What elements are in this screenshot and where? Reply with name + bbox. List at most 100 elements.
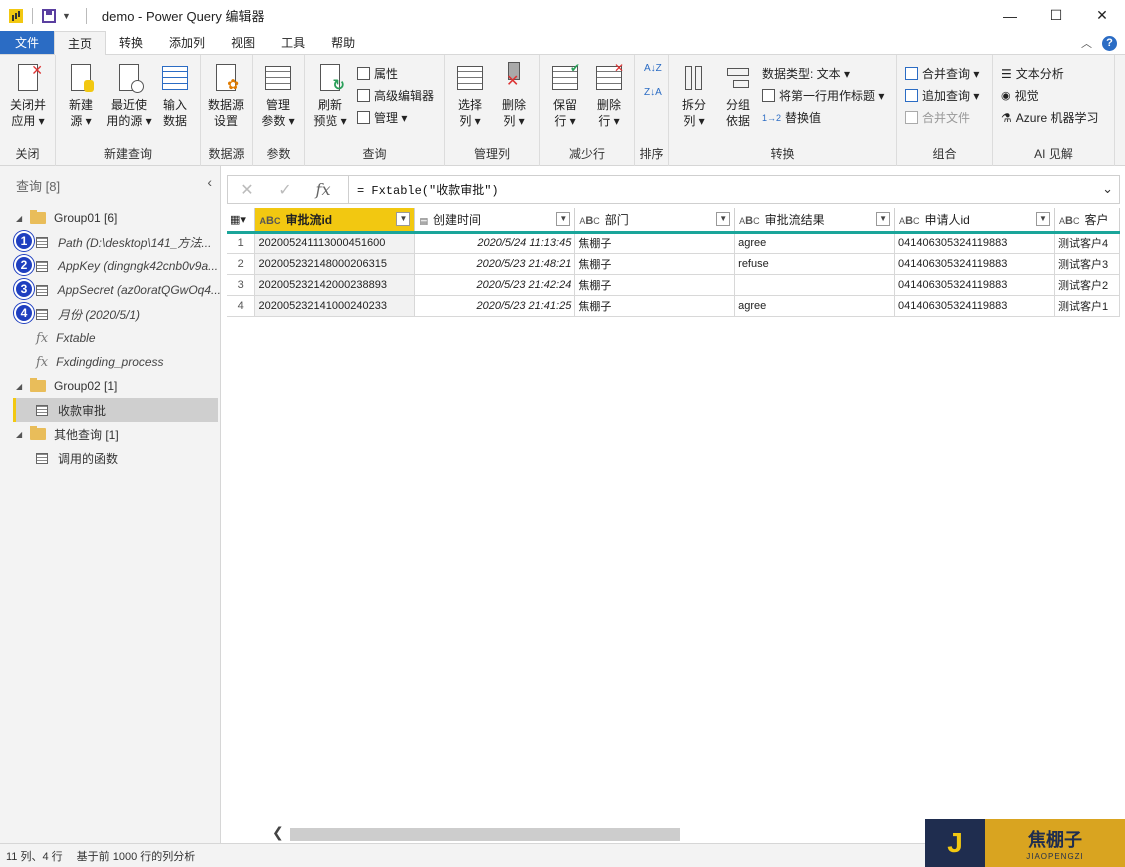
azure-ml-button[interactable]: ⚗ Azure 机器学习 (1001, 109, 1098, 126)
expand-triangle-icon[interactable]: ◢ (16, 430, 26, 439)
query-item-fxtable[interactable]: fx Fxtable (0, 326, 221, 350)
sort-descending-button[interactable]: Z↓A (644, 87, 662, 98)
parameter-icon (36, 308, 48, 320)
filter-dropdown-icon[interactable]: ▼ (556, 212, 571, 226)
combine-files-button[interactable]: 合并文件 (905, 109, 970, 126)
column-header-approval-id[interactable]: ABC 审批流id ▼ (254, 208, 416, 234)
tab-add-column[interactable]: 添加列 (156, 31, 218, 54)
save-icon[interactable] (42, 8, 56, 23)
new-source-button[interactable]: 新建 源 ▾ (60, 62, 102, 129)
formula-input[interactable]: = Fxtable("收款审批") (357, 181, 499, 198)
close-button[interactable]: ✕ (1079, 0, 1125, 31)
help-icon[interactable]: ? (1102, 35, 1117, 51)
vision-button[interactable]: ◉ 视觉 (1001, 87, 1039, 104)
replace-icon: 1→2 (762, 112, 782, 123)
data-type-dropdown[interactable]: 数据类型: 文本 ▾ (762, 65, 850, 82)
query-item-invoked-function[interactable]: 调用的函数 (0, 446, 221, 470)
table-row[interactable]: 2 202005232148000206315 2020/5/23 21:48:… (227, 253, 1120, 275)
use-first-row-headers-button[interactable]: 将第一行用作标题 ▾ (762, 87, 884, 104)
append-queries-button[interactable]: 追加查询 ▾ (905, 87, 979, 104)
filter-dropdown-icon[interactable]: ▼ (876, 212, 891, 226)
text-type-icon: ABC (259, 214, 281, 227)
group-new-query: 新建 源 ▾ 最近使 用的源 ▾ 输入 数据 新建查询 (56, 55, 201, 166)
group-params: 管理 参数 ▾ 参数 (253, 55, 305, 166)
datasource-settings-button[interactable]: ✿ 数据源 设置 (205, 62, 247, 129)
close-x-icon: ✕ (31, 62, 43, 78)
tab-home[interactable]: 主页 (54, 31, 107, 55)
enter-data-button[interactable]: 输入 数据 (154, 62, 196, 129)
maximize-button[interactable]: ☐ (1033, 0, 1079, 31)
column-header-applicant-id[interactable]: ABC 申请人id ▼ (894, 208, 1055, 234)
text-analytics-button[interactable]: ☰ 文本分析 (1001, 65, 1064, 82)
divider (85, 7, 87, 24)
minimize-button[interactable]: — (987, 0, 1033, 31)
tree-group-other[interactable]: ◢ 其他查询 [1] (0, 422, 221, 446)
status-profile-mode[interactable]: 基于前 1000 行的列分析 (77, 848, 196, 864)
scroll-left-icon[interactable]: ❮ (272, 824, 284, 841)
tab-help[interactable]: 帮助 (318, 31, 368, 54)
collapse-pane-icon[interactable]: ‹ (207, 174, 212, 190)
split-column-button[interactable]: 拆分 列 ▾ (673, 62, 715, 129)
filter-dropdown-icon[interactable]: ▼ (396, 212, 411, 226)
close-apply-button[interactable]: ✕ 关闭并 应用 ▾ (7, 62, 49, 129)
ribbon: ✕ 关闭并 应用 ▾ 关闭 新建 源 ▾ 最近使 用的源 ▾ 输入 数据 新建查… (0, 55, 1125, 166)
properties-button[interactable]: 属性 (357, 65, 398, 82)
insert-function-icon[interactable]: fx (304, 180, 342, 199)
group-close: ✕ 关闭并 应用 ▾ 关闭 (0, 55, 56, 166)
quick-access-dropdown-icon[interactable]: ▼ (62, 11, 71, 21)
tree-group-01[interactable]: ◢ Group01 [6] (0, 206, 221, 230)
filter-dropdown-icon[interactable]: ▼ (1035, 212, 1050, 226)
tab-file[interactable]: 文件 (0, 31, 55, 54)
annotation-badge-3: 3 (14, 279, 34, 299)
sort-ascending-button[interactable]: A↓Z (644, 63, 662, 74)
manage-params-button[interactable]: 管理 参数 ▾ (257, 62, 299, 129)
query-item-fxdingding[interactable]: fx Fxdingding_process (0, 350, 221, 374)
column-header-approval-result[interactable]: ABC 审批流结果 ▼ (734, 208, 896, 234)
keep-rows-button[interactable]: ✔ 保留 行 ▾ (544, 61, 586, 129)
refresh-icon: ↻ (332, 77, 345, 94)
expand-formula-icon[interactable]: ⌄ (1102, 181, 1113, 197)
tab-tools[interactable]: 工具 (268, 31, 318, 54)
table-row[interactable]: 4 202005232141000240233 2020/5/23 21:41:… (227, 295, 1120, 317)
text-type-icon: ABC (739, 214, 760, 227)
remove-rows-button[interactable]: ✕ 删除 行 ▾ (588, 61, 630, 129)
replace-values-button[interactable]: 1→2 替换值 (762, 109, 821, 126)
expand-triangle-icon[interactable]: ◢ (16, 214, 26, 223)
table-row[interactable]: 1 202005241113000451600 2020/5/24 11:13:… (227, 232, 1120, 254)
tree-group-02[interactable]: ◢ Group02 [1] (0, 374, 221, 398)
tab-transform[interactable]: 转换 (106, 31, 156, 54)
function-icon: fx (36, 354, 49, 370)
group-manage-columns: 选择 列 ▾ ✕ 删除 列 ▾ 管理列 (445, 55, 540, 166)
refresh-preview-button[interactable]: ↻ 刷新 预览 ▾ (309, 62, 351, 129)
watermark-pinyin: JIAOPENGZI (1026, 851, 1084, 861)
queries-header: 查询 [8] (16, 179, 61, 194)
expand-triangle-icon[interactable]: ◢ (16, 382, 26, 391)
table-menu-icon[interactable]: ▦▾ (227, 208, 256, 234)
column-header-created-time[interactable]: ▤ 创建时间 ▼ (414, 208, 576, 234)
column-header-department[interactable]: ABC 部门 ▼ (574, 208, 736, 234)
horizontal-scrollbar[interactable]: ❮ (270, 824, 690, 842)
cancel-formula-icon[interactable]: ✕ (228, 180, 266, 200)
filter-dropdown-icon[interactable]: ▼ (716, 212, 731, 226)
remove-columns-button[interactable]: ✕ 删除 列 ▾ (493, 62, 535, 129)
recent-sources-button[interactable]: 最近使 用的源 ▾ (104, 62, 154, 129)
selection-indicator (13, 398, 16, 422)
choose-columns-button[interactable]: 选择 列 ▾ (449, 62, 491, 129)
column-header-customer[interactable]: ABC 客户 (1054, 208, 1120, 234)
scrollbar-thumb[interactable] (290, 828, 680, 841)
commit-formula-icon[interactable]: ✓ (266, 180, 304, 200)
merge-icon (905, 67, 918, 80)
group-by-button[interactable]: 分组 依据 (717, 62, 759, 129)
formula-bar: ✕ ✓ fx = Fxtable("收款审批") ⌄ (227, 175, 1120, 204)
tab-view[interactable]: 视图 (218, 31, 268, 54)
collapse-ribbon-icon[interactable]: ︿ (1081, 35, 1092, 51)
query-item-selected[interactable]: 收款审批 (13, 398, 218, 422)
folder-icon (30, 426, 46, 440)
data-grid: ▦▾ ABC 审批流id ▼ ▤ 创建时间 ▼ ABC 部门 ▼ ABC 审批流结果 ▼ ABC… (227, 208, 1120, 320)
title-bar: ▼ demo - Power Query 编辑器 — ☐ ✕ (0, 0, 1125, 31)
merge-queries-button[interactable]: 合并查询 ▾ (905, 65, 979, 82)
advanced-editor-button[interactable]: 高级编辑器 (357, 87, 434, 104)
manage-button[interactable]: 管理 ▾ (357, 109, 407, 126)
table-row[interactable]: 3 202005232142000238893 2020/5/23 21:42:… (227, 274, 1120, 296)
group-datasource: ✿ 数据源 设置 数据源 (201, 55, 253, 166)
